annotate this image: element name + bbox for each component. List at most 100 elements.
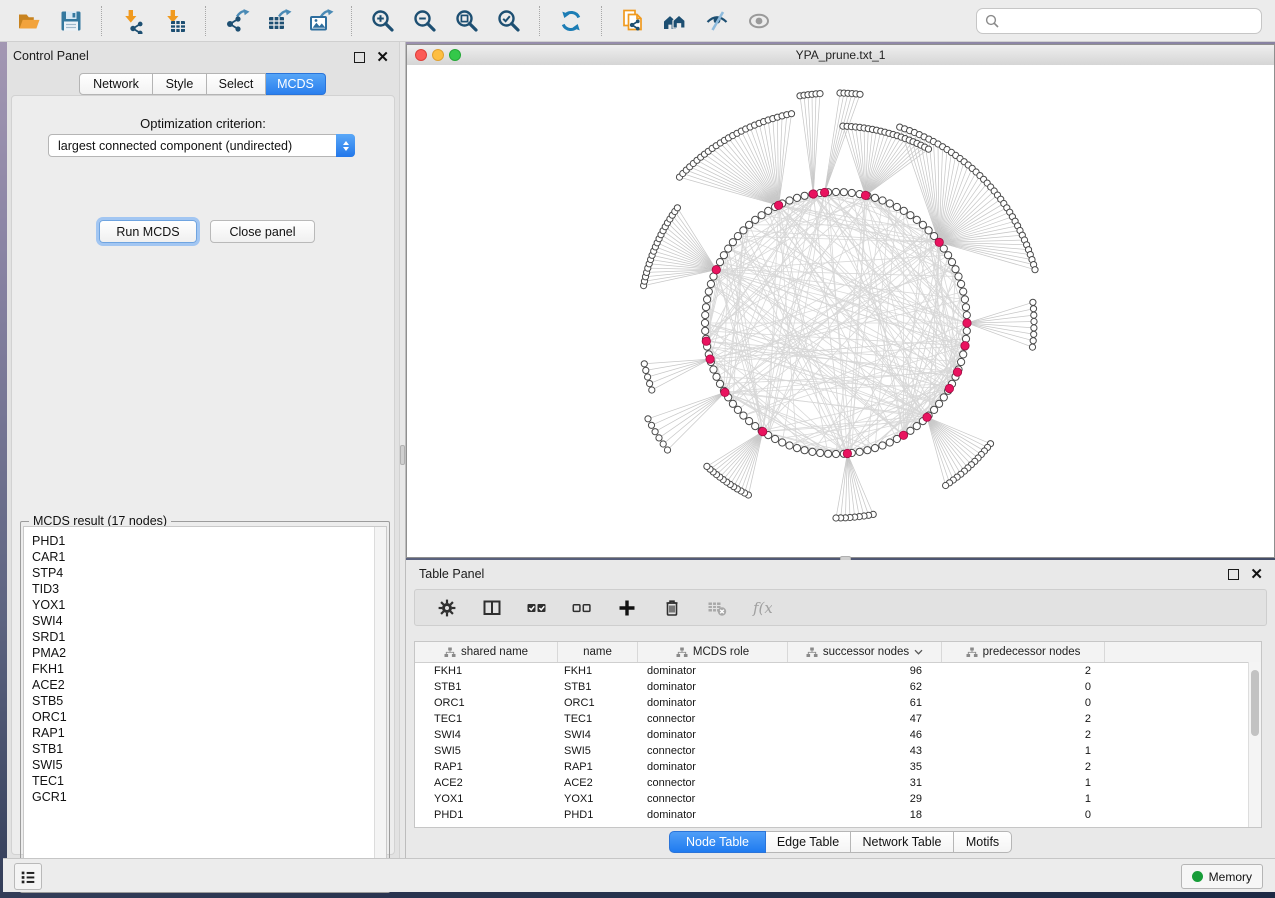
column-namespace-icon (806, 647, 818, 658)
deselect-all-button[interactable] (570, 596, 594, 620)
close-table-panel-icon[interactable]: ✕ (1250, 570, 1263, 579)
import-table-button[interactable] (159, 5, 191, 37)
mcds-result-item[interactable]: SRD1 (32, 629, 386, 645)
toolbar-separator (205, 6, 207, 36)
network-canvas[interactable] (407, 65, 1274, 557)
memory-button[interactable]: Memory (1181, 864, 1263, 889)
cell-shared-name: ACE2 (415, 777, 558, 789)
mcds-result-item[interactable]: GCR1 (32, 789, 386, 805)
mcds-result-item[interactable]: SWI4 (32, 613, 386, 629)
zoom-fit-button[interactable] (451, 5, 483, 37)
column-header-shared-name[interactable]: shared name (415, 642, 558, 662)
table-row[interactable]: STB1STB1dominator620 (415, 679, 1261, 695)
tab-select[interactable]: Select (207, 73, 266, 95)
show-columns-button[interactable] (480, 596, 504, 620)
network-graph[interactable] (407, 65, 1274, 557)
table-row[interactable]: ACE2ACE2connector311 (415, 775, 1261, 791)
column-label: name (583, 646, 612, 658)
column-header-name[interactable]: name (558, 642, 638, 662)
tab-style[interactable]: Style (153, 73, 207, 95)
new-network-from-selection-button[interactable] (617, 5, 649, 37)
column-label: shared name (461, 646, 528, 658)
cell-predecessor-nodes: 2 (942, 761, 1105, 773)
column-header-successor-nodes[interactable]: successor nodes (788, 642, 942, 662)
mcds-result-item[interactable]: CAR1 (32, 549, 386, 565)
delete-row-button[interactable] (660, 596, 684, 620)
mcds-result-item[interactable]: SWI5 (32, 757, 386, 773)
float-panel-icon[interactable] (354, 52, 365, 63)
tab-network[interactable]: Network (79, 73, 153, 95)
mcds-result-item[interactable]: ORC1 (32, 709, 386, 725)
zoom-fit-icon (454, 8, 480, 34)
tab-mcds[interactable]: MCDS (266, 73, 326, 95)
tab-edge-table[interactable]: Edge Table (766, 831, 851, 853)
vertical-splitter[interactable] (399, 42, 406, 858)
optimization-criterion-select[interactable]: largest connected component (undirected) (48, 134, 355, 157)
toolbar-icons (8, 5, 780, 37)
column-header-predecessor-nodes[interactable]: predecessor nodes (942, 642, 1105, 662)
select-all-icon (527, 598, 547, 618)
delete-table-icon (707, 598, 727, 618)
table-row[interactable]: ORC1ORC1dominator610 (415, 695, 1261, 711)
mcds-result-item[interactable]: STB5 (32, 693, 386, 709)
first-neighbors-icon (662, 8, 688, 34)
first-neighbors-button[interactable] (659, 5, 691, 37)
mcds-result-item[interactable]: STB1 (32, 741, 386, 757)
mcds-result-item[interactable]: FKH1 (32, 661, 386, 677)
save-button[interactable] (55, 5, 87, 37)
mcds-result-item[interactable]: TEC1 (32, 773, 386, 789)
zoom-selected-icon (496, 8, 522, 34)
task-history-button[interactable] (14, 863, 42, 890)
scrollbar-thumb[interactable] (1251, 670, 1259, 736)
mcds-result-item[interactable]: YOX1 (32, 597, 386, 613)
export-table-icon (266, 8, 292, 34)
float-table-panel-icon[interactable] (1228, 569, 1239, 580)
tab-network-table[interactable]: Network Table (851, 831, 954, 853)
status-bar: Memory (3, 858, 1275, 892)
run-mcds-button[interactable]: Run MCDS (99, 220, 197, 243)
mcds-result-item[interactable]: PMA2 (32, 645, 386, 661)
table-panel: Table Panel ✕ f(x) shared namenameMCDS r… (406, 560, 1275, 858)
close-panel-icon[interactable]: ✕ (376, 53, 389, 62)
mcds-result-item[interactable]: RAP1 (32, 725, 386, 741)
cell-predecessor-nodes: 0 (942, 697, 1105, 709)
add-row-button[interactable] (615, 596, 639, 620)
mcds-result-item[interactable]: PHD1 (32, 533, 386, 549)
splitter-handle[interactable] (400, 445, 405, 465)
table-header: shared name name MCDS rolesuccessor nodesp… (415, 642, 1261, 663)
column-settings-button[interactable] (435, 596, 459, 620)
mcds-result-item[interactable]: TID3 (32, 581, 386, 597)
open-button[interactable] (13, 5, 45, 37)
export-table-button[interactable] (263, 5, 295, 37)
column-header-MCDS-role[interactable]: MCDS role (638, 642, 788, 662)
network-window-title: YPA_prune.txt_1 (407, 48, 1274, 62)
deselect-all-icon (572, 598, 592, 618)
table-row[interactable]: SWI4SWI4dominator462 (415, 727, 1261, 743)
cell-successor-nodes: 29 (788, 793, 942, 805)
network-window-titlebar[interactable]: YPA_prune.txt_1 (407, 45, 1274, 66)
export-image-button[interactable] (305, 5, 337, 37)
zoom-selected-button[interactable] (493, 5, 525, 37)
table-scrollbar[interactable] (1248, 662, 1261, 827)
tab-node-table[interactable]: Node Table (669, 831, 766, 853)
mcds-result-item[interactable]: STP4 (32, 565, 386, 581)
result-scrollbar[interactable] (374, 527, 386, 889)
import-network-button[interactable] (117, 5, 149, 37)
table-row[interactable]: TEC1TEC1connector472 (415, 711, 1261, 727)
zoom-out-button[interactable] (409, 5, 441, 37)
mcds-result-item[interactable]: ACE2 (32, 677, 386, 693)
refresh-button[interactable] (555, 5, 587, 37)
hide-selected-button[interactable] (701, 5, 733, 37)
zoom-in-button[interactable] (367, 5, 399, 37)
export-network-button[interactable] (221, 5, 253, 37)
tab-motifs[interactable]: Motifs (954, 831, 1012, 853)
table-row[interactable]: FKH1FKH1dominator962 (415, 663, 1261, 679)
table-row[interactable]: RAP1RAP1dominator352 (415, 759, 1261, 775)
delete-table-button (705, 596, 729, 620)
close-panel-button[interactable]: Close panel (210, 220, 315, 243)
select-all-button[interactable] (525, 596, 549, 620)
table-row[interactable]: PHD1PHD1dominator180 (415, 807, 1261, 823)
table-row[interactable]: SWI5SWI5connector431 (415, 743, 1261, 759)
table-row[interactable]: YOX1YOX1connector291 (415, 791, 1261, 807)
search-input[interactable] (999, 13, 1243, 30)
